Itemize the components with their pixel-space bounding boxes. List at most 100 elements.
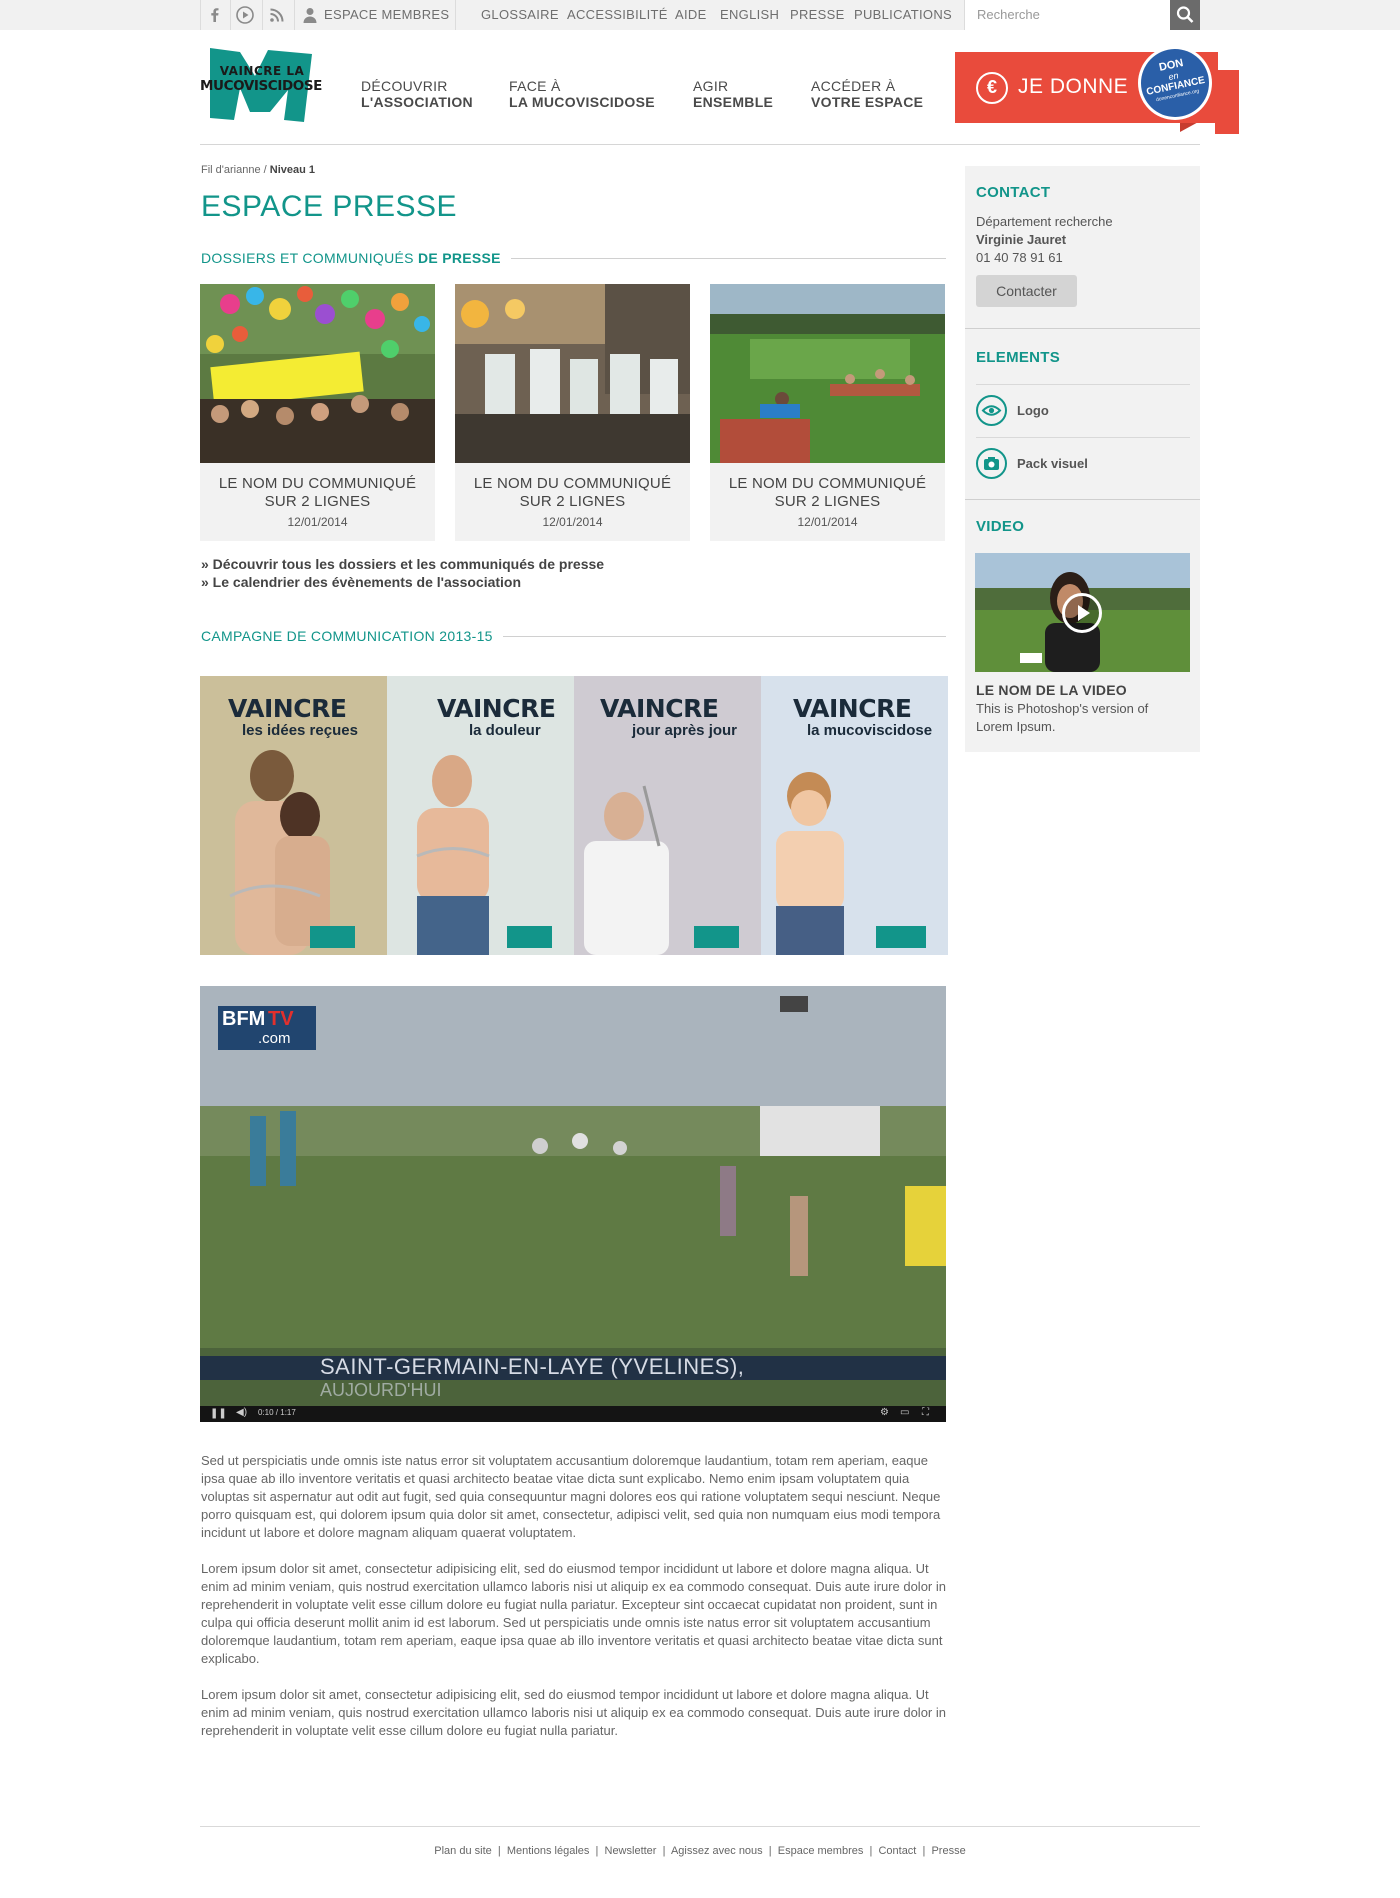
campaign-poster[interactable]: VAINCRE la mucoviscidose [761,676,948,955]
title-part: DOSSIERS ET COMMUNIQUÉS [201,250,418,266]
play-icon[interactable] [1062,593,1102,633]
footer-link[interactable]: Mentions légales [507,1845,590,1857]
search-button[interactable] [1170,0,1200,30]
poster-subtitle: la douleur [469,722,541,739]
campaign-section-title: CAMPAGNE DE COMMUNICATION 2013-15 [201,628,503,644]
nav-discover[interactable]: DÉCOUVRIR L'ASSOCIATION [361,78,473,110]
nav-line: L'ASSOCIATION [361,94,473,110]
press-card-photo [200,284,435,463]
poster-subtitle: les idées reçues [242,722,358,739]
nav-access[interactable]: ACCÉDER À VOTRE ESPACE [811,78,923,110]
nav-face[interactable]: FACE À LA MUCOVISCIDOSE [509,78,655,110]
press-section-title: DOSSIERS ET COMMUNIQUÉS DE PRESSE [201,250,511,266]
campaign-poster[interactable]: VAINCRE les idées reçues [200,676,387,955]
top-divider [200,0,201,30]
body-paragraph: Lorem ipsum dolor sit amet, consectetur … [201,1687,946,1738]
footer-link[interactable]: Newsletter [605,1845,657,1857]
fullscreen-icon[interactable]: ⛶ [922,1407,929,1418]
nav-act[interactable]: AGIR ENSEMBLE [693,78,773,110]
title-part: DE PRESSE [417,250,501,266]
campaign-poster[interactable]: VAINCRE la douleur [387,676,574,955]
topnav-help[interactable]: AIDE [675,0,707,30]
bfmtv-logo: BFM TV .com [218,1006,316,1050]
logo-text-top: VAINCRE LA [219,64,305,78]
press-card[interactable]: LE NOM DU COMMUNIQUÉ SUR 2 LIGNES 12/01/2… [710,284,945,541]
top-divider [230,0,231,30]
campaign-poster[interactable]: VAINCRE jour après jour [574,676,761,955]
page-title: ESPACE PRESSE [201,190,458,223]
footer-link[interactable]: Plan du site [434,1845,491,1857]
body-paragraph: Lorem ipsum dolor sit amet, consectetur … [201,1561,946,1666]
search-icon [1176,6,1194,23]
screen-icon[interactable]: ▭ [900,1407,909,1418]
poster-photo [229,750,355,955]
poster-subtitle: jour après jour [632,722,738,739]
press-card[interactable]: LE NOM DU COMMUNIQUÉ SUR 2 LIGNES 12/01/2… [455,284,690,541]
contact-name: Virginie Jauret [976,232,1067,247]
press-card-date: 12/01/2014 [287,515,348,529]
search-input[interactable]: Recherche [964,0,1170,30]
footer-divider [200,1826,1200,1827]
video-caption: SAINT-GERMAIN-EN-LAYE (YVELINES), [320,1354,745,1379]
element-pack-link[interactable]: Pack visuel [1017,456,1088,471]
user-icon [300,5,320,25]
camera-icon [976,448,1007,479]
element-logo-link[interactable]: Logo [1017,403,1049,418]
card-title-line: SUR 2 LIGNES [264,493,371,510]
footer-link[interactable]: Presse [931,1845,965,1857]
topnav-publications[interactable]: PUBLICATIONS [854,0,952,30]
topnav-english[interactable]: ENGLISH [720,0,779,30]
sidebar-divider [976,437,1190,438]
video-description: This is Photoshop's version of Lorem Ips… [976,701,1149,734]
video-thumbnail[interactable] [975,553,1190,672]
video-name: LE NOM DE LA VIDEO [976,682,1127,698]
facebook-icon[interactable] [205,5,225,25]
video-player[interactable]: BFM TV .com SAINT-GERMAIN-EN-LAYE (YVELI… [200,986,946,1422]
press-card-title: LE NOM DU COMMUNIQUÉ SUR 2 LIGNES [200,475,435,511]
topnav-accessibility[interactable]: ACCESSIBILITÉ [567,0,668,30]
card-title-line: LE NOM DU COMMUNIQUÉ [473,475,672,492]
footer-link[interactable]: Agissez avec nous [671,1845,763,1857]
poster-title: VAINCRE [437,694,556,723]
topnav-glossary[interactable]: GLOSSAIRE [481,0,559,30]
card-title-line: LE NOM DU COMMUNIQUÉ [728,475,927,492]
eye-icon [976,395,1007,426]
youtube-play-icon[interactable] [235,5,255,25]
press-card-date: 12/01/2014 [797,515,858,529]
breadcrumb-current: Niveau 1 [269,164,315,176]
members-link[interactable]: ESPACE MEMBRES [324,0,449,30]
link-all-press[interactable]: » Découvrir tous les dossiers et les com… [201,556,604,572]
press-card[interactable]: LE NOM DU COMMUNIQUÉ SUR 2 LIGNES 12/01/2… [200,284,435,541]
press-card-date: 12/01/2014 [542,515,603,529]
card-title-line: LE NOM DU COMMUNIQUÉ [218,475,417,492]
video-caption: AUJOURD'HUI [320,1380,442,1400]
settings-icon[interactable]: ⚙ [880,1407,889,1418]
rss-icon[interactable] [267,5,287,25]
nav-line: LA MUCOVISCIDOSE [509,94,655,110]
footer-link[interactable]: Espace membres [778,1845,864,1857]
nav-line: DÉCOUVRIR [361,78,448,94]
contact-title: CONTACT [976,184,1051,201]
top-divider [455,0,456,30]
sidebar-divider [965,328,1200,329]
brand-text: BFM [222,1008,266,1030]
link-calendar[interactable]: » Le calendrier des évènements de l'asso… [201,574,521,590]
poster-photo [776,772,926,955]
footer-link[interactable]: Contact [878,1845,916,1857]
poster-title: VAINCRE [793,694,912,723]
press-card-photo [455,284,690,463]
contact-phone: 01 40 78 91 61 [976,250,1063,265]
site-logo[interactable]: VAINCRE LA MUCOVISCIDOSE [200,46,322,124]
nav-line: ENSEMBLE [693,94,774,110]
donate-ribbon-fold [1215,70,1239,134]
breadcrumb-root[interactable]: Fil d'arianne [201,164,261,176]
topnav-press[interactable]: PRESSE [790,0,845,30]
pause-icon[interactable]: ❚❚ [210,1408,227,1419]
volume-icon[interactable]: ◀) [236,1407,247,1418]
video-controls: ❚❚ ◀) 0:10 / 1:17 ⚙ ▭ ⛶ [200,1406,946,1422]
card-title-line: SUR 2 LIGNES [519,493,626,510]
breadcrumb-sep: / [260,164,270,176]
contact-button[interactable]: Contacter [976,275,1077,307]
sidebar-divider [965,499,1200,500]
press-card-title: LE NOM DU COMMUNIQUÉ SUR 2 LIGNES [455,475,690,511]
